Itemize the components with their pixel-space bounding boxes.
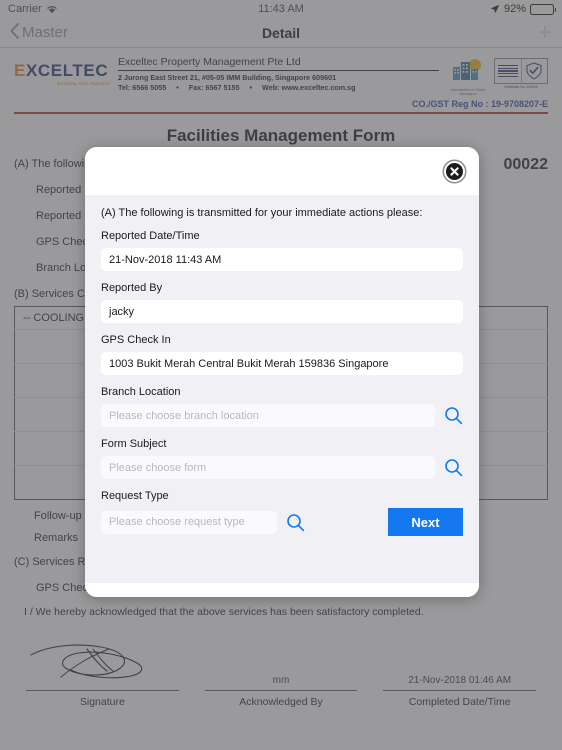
reported-datetime-row: 21-Nov-2018 11:43 AM bbox=[101, 248, 463, 271]
branch-location-row: Please choose branch location bbox=[101, 404, 463, 427]
screen: Carrier 11:43 AM 92% bbox=[0, 0, 562, 750]
search-icon[interactable] bbox=[444, 406, 463, 425]
request-type-input[interactable]: Please choose request type bbox=[101, 510, 277, 534]
search-icon[interactable] bbox=[444, 458, 463, 477]
reported-datetime-label: Reported Date/Time bbox=[101, 230, 200, 242]
request-type-field: Request Type Please choose request type … bbox=[101, 490, 463, 536]
modal-body: (A) The following is transmitted for you… bbox=[85, 195, 479, 583]
reported-by-input[interactable]: jacky bbox=[101, 300, 463, 323]
location-arrow-icon bbox=[490, 4, 500, 14]
reported-datetime-field: Reported Date/Time 21-Nov-2018 11:43 AM bbox=[101, 230, 463, 271]
reported-datetime-input[interactable]: 21-Nov-2018 11:43 AM bbox=[101, 248, 463, 271]
reported-by-field: Reported By jacky bbox=[101, 282, 463, 323]
reported-by-label: Reported By bbox=[101, 282, 163, 294]
form-subject-label: Form Subject bbox=[101, 438, 167, 450]
modal-intro-text: (A) The following is transmitted for you… bbox=[101, 207, 423, 219]
branch-location-field: Branch Location Please choose branch loc… bbox=[101, 386, 463, 427]
modal-footer-strip bbox=[85, 583, 479, 597]
gps-check-in-label: GPS Check In bbox=[101, 334, 171, 346]
next-button[interactable]: Next bbox=[388, 508, 463, 536]
branch-location-input[interactable]: Please choose branch location bbox=[101, 404, 435, 427]
form-subject-row: Please choose form bbox=[101, 456, 463, 479]
new-form-modal: (A) The following is transmitted for you… bbox=[85, 147, 479, 597]
status-bar-right: 92% bbox=[490, 3, 556, 15]
plus-icon[interactable]: + bbox=[538, 20, 552, 45]
request-type-row: Please choose request type Next bbox=[101, 508, 463, 536]
close-icon[interactable] bbox=[444, 161, 465, 182]
form-subject-field: Form Subject Please choose form bbox=[101, 438, 463, 479]
battery-icon bbox=[530, 3, 556, 15]
search-icon[interactable] bbox=[286, 513, 305, 532]
branch-location-label: Branch Location bbox=[101, 386, 181, 398]
modal-header bbox=[85, 147, 479, 195]
reported-by-row: jacky bbox=[101, 300, 463, 323]
battery-percent-label: 92% bbox=[503, 3, 526, 15]
gps-check-in-input[interactable]: 1003 Bukit Merah Central Bukit Merah 159… bbox=[101, 352, 463, 375]
gps-check-in-row: 1003 Bukit Merah Central Bukit Merah 159… bbox=[101, 352, 463, 375]
gps-check-in-field: GPS Check In 1003 Bukit Merah Central Bu… bbox=[101, 334, 463, 375]
form-subject-input[interactable]: Please choose form bbox=[101, 456, 435, 479]
request-type-label: Request Type bbox=[101, 490, 169, 502]
